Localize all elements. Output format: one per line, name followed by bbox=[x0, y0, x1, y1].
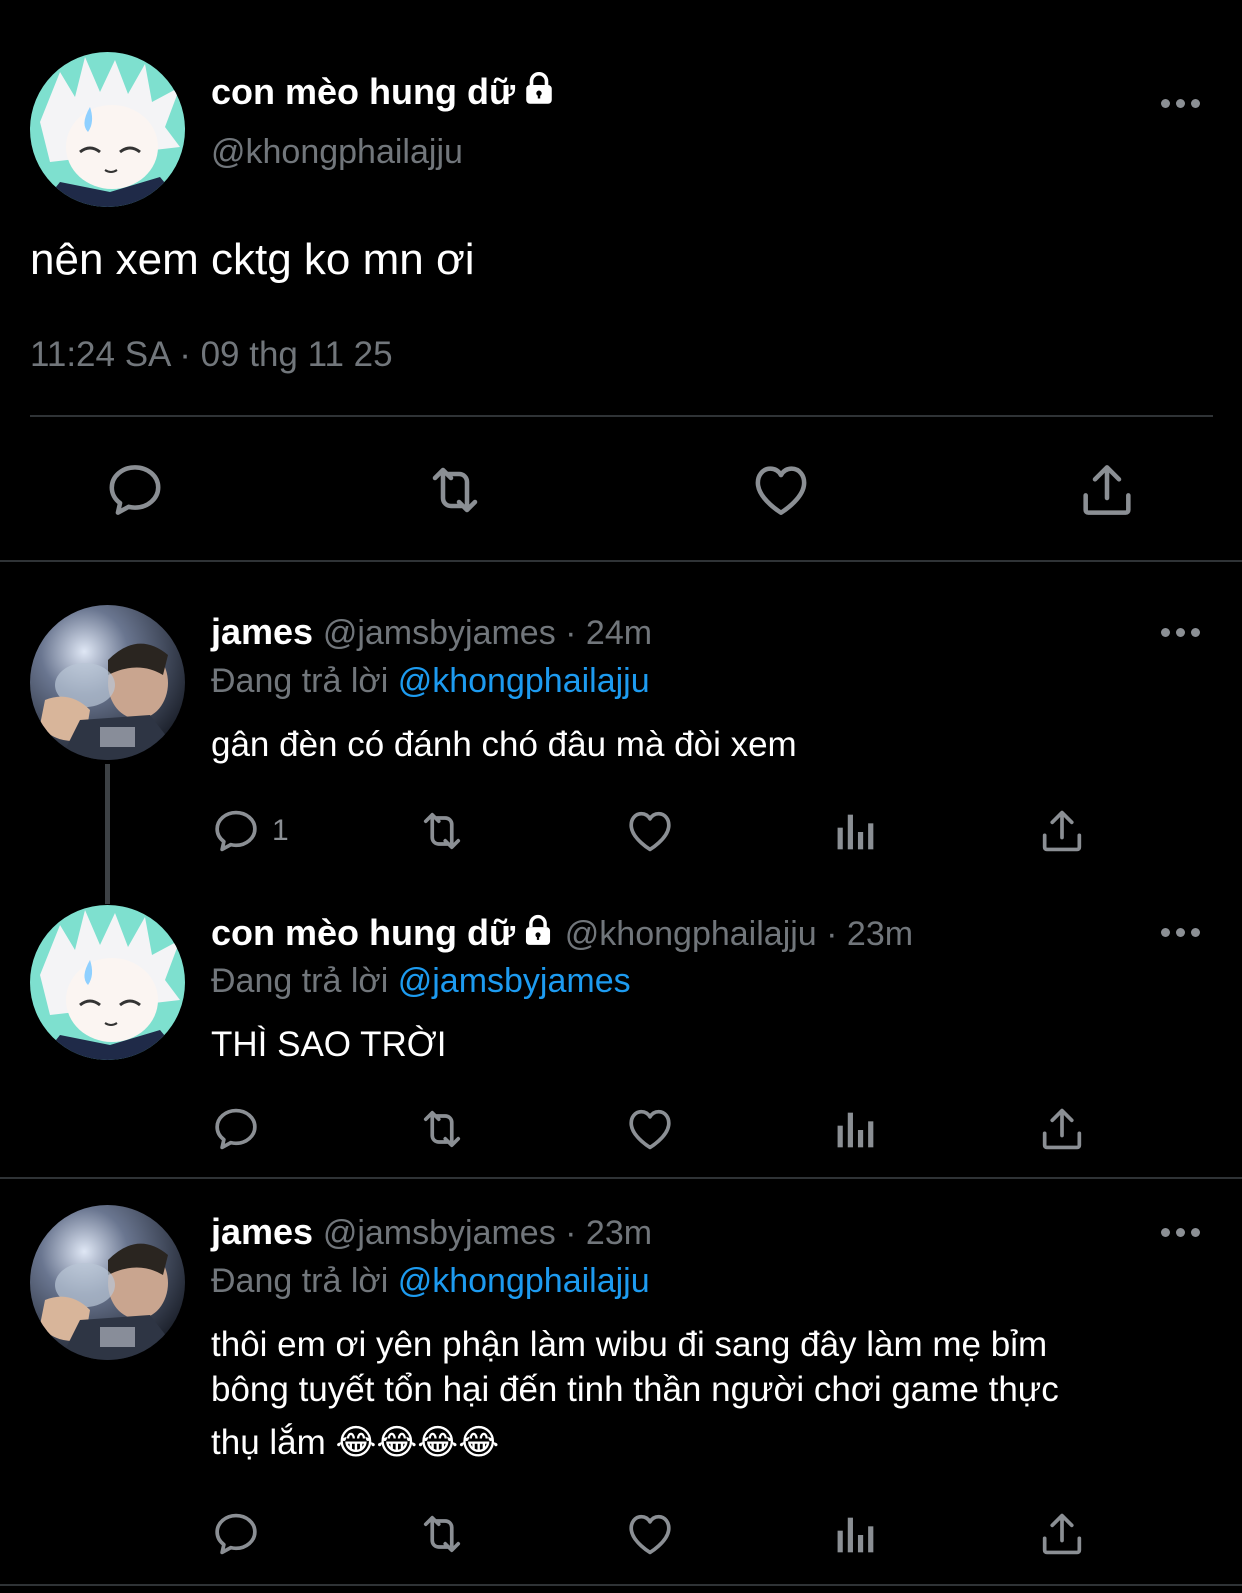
main-author-name[interactable]: con mèo hung dữ bbox=[211, 70, 557, 113]
reply-icon[interactable] bbox=[210, 805, 262, 857]
like-icon[interactable] bbox=[749, 458, 813, 522]
replying-label: Đang trả lời bbox=[211, 662, 389, 700]
reply-header: james @jamsbyjames · 24m bbox=[211, 611, 652, 653]
reply-count: 1 bbox=[272, 814, 289, 847]
thread-line bbox=[105, 764, 110, 904]
avatar[interactable] bbox=[30, 605, 185, 760]
mention-link[interactable]: @jamsbyjames bbox=[398, 962, 631, 1000]
handle-time[interactable]: @jamsbyjames · 24m bbox=[323, 614, 652, 652]
share-icon[interactable] bbox=[1075, 458, 1139, 522]
share-icon[interactable] bbox=[1036, 1508, 1088, 1560]
divider bbox=[0, 1177, 1242, 1179]
display-name[interactable]: con mèo hung dữ bbox=[211, 71, 515, 112]
avatar[interactable] bbox=[30, 52, 185, 207]
handle-time[interactable]: @khongphailajju · 23m bbox=[565, 915, 913, 953]
display-name[interactable]: james bbox=[211, 1211, 313, 1252]
text-fragment: thụ lắm bbox=[211, 1423, 326, 1462]
reply-text: THÌ SAO TRỜI bbox=[211, 1025, 447, 1064]
avatar[interactable] bbox=[30, 905, 185, 1060]
reply-header: james @jamsbyjames · 23m bbox=[211, 1211, 652, 1253]
views-icon[interactable] bbox=[830, 1509, 882, 1561]
handle-time[interactable]: @jamsbyjames · 23m bbox=[323, 1214, 652, 1252]
reply-icon[interactable] bbox=[210, 1508, 262, 1560]
retweet-icon[interactable] bbox=[416, 805, 468, 857]
replying-to: Đang trả lời @khongphailajju bbox=[211, 1262, 650, 1301]
lock-icon bbox=[521, 913, 555, 947]
divider bbox=[0, 560, 1242, 562]
reply-text-line: thụ lắm 😂😂😂😂 bbox=[211, 1423, 499, 1463]
reply-header: con mèo hung dữ @khongphailajju · 23m bbox=[211, 912, 913, 954]
reply-icon[interactable] bbox=[103, 458, 167, 522]
more-options-icon[interactable] bbox=[1161, 97, 1201, 109]
like-icon[interactable] bbox=[624, 1103, 676, 1155]
replying-to: Đang trả lời @khongphailajju bbox=[211, 662, 650, 701]
tweet-timestamp: 11:24 SA · 09 thg 11 25 bbox=[30, 335, 393, 374]
divider bbox=[30, 415, 1213, 417]
divider bbox=[0, 1584, 1242, 1586]
laughing-emoji-icon: 😂😂😂😂 bbox=[335, 1423, 500, 1462]
views-icon[interactable] bbox=[830, 1104, 882, 1156]
display-name[interactable]: con mèo hung dữ bbox=[211, 912, 515, 953]
display-name[interactable]: james bbox=[211, 611, 313, 652]
retweet-icon[interactable] bbox=[423, 458, 487, 522]
like-icon[interactable] bbox=[624, 1508, 676, 1560]
replying-label: Đang trả lời bbox=[211, 962, 389, 1000]
retweet-icon[interactable] bbox=[416, 1508, 468, 1560]
reply-text: gân đèn có đánh chó đâu mà đòi xem bbox=[211, 725, 797, 764]
lock-icon bbox=[521, 70, 557, 106]
share-icon[interactable] bbox=[1036, 805, 1088, 857]
tweet-text: nên xem cktg ko mn ơi bbox=[30, 235, 475, 284]
more-options-icon[interactable] bbox=[1161, 926, 1201, 938]
mention-link[interactable]: @khongphailajju bbox=[398, 1262, 650, 1300]
like-icon[interactable] bbox=[624, 805, 676, 857]
replying-to: Đang trả lời @jamsbyjames bbox=[211, 962, 631, 1001]
avatar[interactable] bbox=[30, 1205, 185, 1360]
reply-text-line: thôi em ơi yên phận làm wibu đi sang đây… bbox=[211, 1325, 1048, 1364]
mention-link[interactable]: @khongphailajju bbox=[398, 662, 650, 700]
more-options-icon[interactable] bbox=[1161, 626, 1201, 638]
reply-text-line: bông tuyết tổn hại đến tinh thần người c… bbox=[211, 1370, 1059, 1409]
reply-icon[interactable] bbox=[210, 1103, 262, 1155]
replying-label: Đang trả lời bbox=[211, 1262, 389, 1300]
more-options-icon[interactable] bbox=[1161, 1226, 1201, 1238]
views-icon[interactable] bbox=[830, 806, 882, 858]
main-author-handle[interactable]: @khongphailajju bbox=[211, 133, 463, 172]
share-icon[interactable] bbox=[1036, 1103, 1088, 1155]
retweet-icon[interactable] bbox=[416, 1103, 468, 1155]
